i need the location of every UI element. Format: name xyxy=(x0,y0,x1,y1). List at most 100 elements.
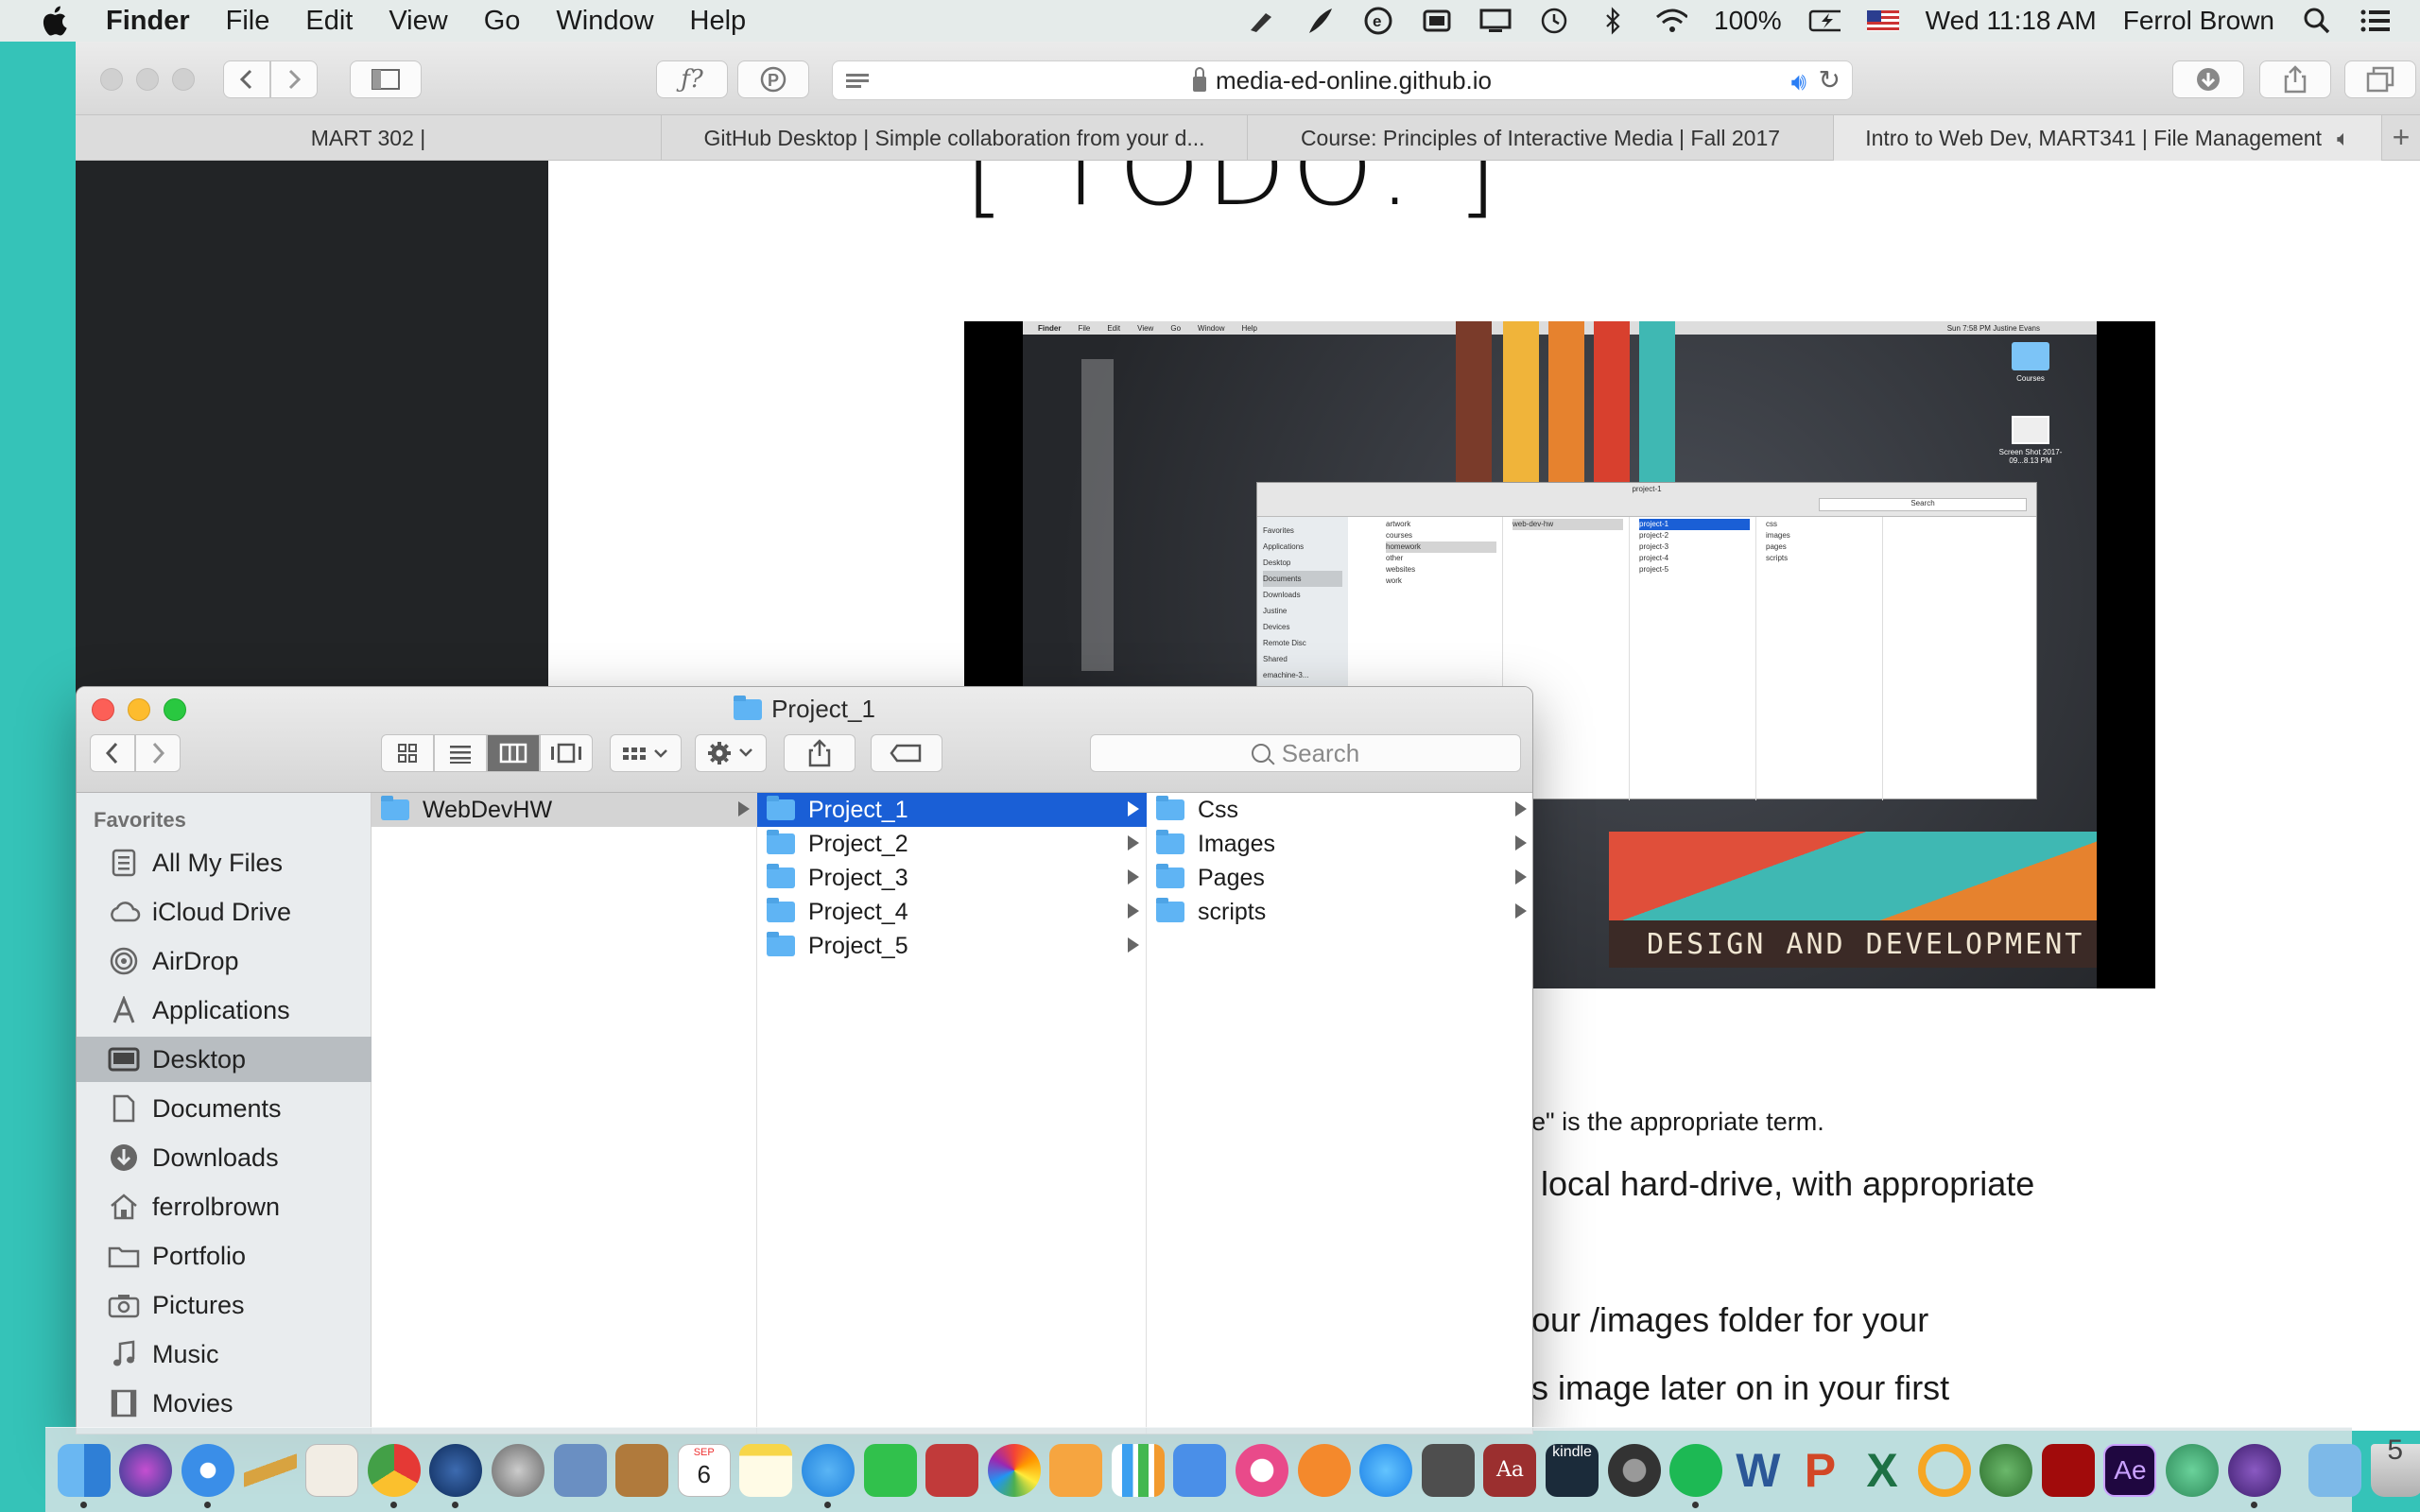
show-tabs-button[interactable] xyxy=(2344,60,2416,98)
sidebar-item-movies[interactable]: Movies xyxy=(77,1381,372,1426)
contacts-dock-icon[interactable] xyxy=(615,1443,669,1497)
menubar-clock[interactable]: Wed 11:18 AM xyxy=(1926,6,2097,36)
close-button[interactable] xyxy=(100,68,123,91)
time-machine-icon[interactable] xyxy=(1538,7,1570,35)
folder-row-pages[interactable]: Pages xyxy=(1147,861,1532,895)
menu-app-name[interactable]: Finder xyxy=(106,6,190,37)
sidebar-item-all-my-files[interactable]: All My Files xyxy=(77,840,372,885)
after-effects-dock-icon[interactable]: Ae xyxy=(2103,1443,2157,1497)
sidebar-toggle-button[interactable] xyxy=(350,60,422,98)
finder-forward-button[interactable] xyxy=(135,734,181,772)
app-store-dock-icon[interactable] xyxy=(1359,1443,1413,1497)
menu-window[interactable]: Window xyxy=(556,6,653,37)
forward-button[interactable] xyxy=(270,60,318,98)
dictionary-dock-icon[interactable]: Aa xyxy=(1483,1443,1537,1497)
folder-row-project-2[interactable]: Project_2 xyxy=(757,827,1147,861)
column-view-button[interactable] xyxy=(487,734,540,772)
address-bar[interactable]: media-ed-online.github.io 🔊︎ ↻ xyxy=(832,60,1853,100)
itunes-dock-icon[interactable] xyxy=(1236,1443,1289,1497)
sidebar-item-applications[interactable]: Applications xyxy=(77,988,372,1033)
applications-folder-dock-icon[interactable] xyxy=(2308,1443,2362,1497)
list-view-button[interactable] xyxy=(434,734,487,772)
ibooks-dock-icon[interactable] xyxy=(1297,1443,1351,1497)
preview-dock-icon[interactable] xyxy=(305,1443,359,1497)
arrange-button[interactable] xyxy=(610,734,682,772)
wifi-icon[interactable] xyxy=(1655,7,1688,35)
sidebar-item-airdrop[interactable]: AirDrop xyxy=(77,938,372,984)
facetime-dock-icon[interactable] xyxy=(863,1443,917,1497)
sidebar-item-desktop[interactable]: Desktop xyxy=(77,1037,372,1082)
sidebar-item-documents[interactable]: Documents xyxy=(77,1086,372,1131)
e-status-icon[interactable]: e xyxy=(1362,7,1394,35)
folder-row-project-3[interactable]: Project_3 xyxy=(757,861,1147,895)
tags-button[interactable] xyxy=(871,734,942,772)
system-preferences-dock-icon[interactable] xyxy=(1607,1443,1661,1497)
notes-dock-icon[interactable] xyxy=(739,1443,793,1497)
pinterest-button[interactable]: P xyxy=(737,60,809,98)
window-status-icon[interactable] xyxy=(1421,7,1453,35)
menubar-user[interactable]: Ferrol Brown xyxy=(2123,6,2274,36)
acrobat-dock-icon[interactable] xyxy=(2041,1443,2095,1497)
cover-flow-button[interactable] xyxy=(540,734,593,772)
network-dock-icon[interactable] xyxy=(1979,1443,2033,1497)
folder-row-project-5[interactable]: Project_5 xyxy=(757,929,1147,963)
powerpoint-dock-icon[interactable]: P xyxy=(1793,1444,1846,1497)
minimize-button[interactable] xyxy=(136,68,159,91)
reader-icon[interactable] xyxy=(842,70,874,93)
menu-go[interactable]: Go xyxy=(484,6,521,37)
function-extension-button[interactable]: ƒ? xyxy=(656,60,728,98)
new-tab-button[interactable]: + xyxy=(2382,115,2420,160)
icon-view-button[interactable] xyxy=(381,734,434,772)
us-flag-input-icon[interactable] xyxy=(1866,10,1899,31)
display-status-icon[interactable] xyxy=(1479,7,1512,35)
zoom-button[interactable] xyxy=(172,68,195,91)
photo-booth-dock-icon[interactable] xyxy=(925,1443,979,1497)
menu-help[interactable]: Help xyxy=(690,6,747,37)
keynote-dock-icon[interactable] xyxy=(1173,1443,1227,1497)
url-text[interactable]: media-ed-online.github.io xyxy=(1216,66,1492,95)
feather-status-icon[interactable] xyxy=(1304,7,1336,35)
sidebar-item-downloads[interactable]: Downloads xyxy=(77,1135,372,1180)
sidebar-item-portfolio[interactable]: Portfolio xyxy=(77,1233,372,1279)
sidebar-item-pictures[interactable]: Pictures xyxy=(77,1282,372,1328)
calendar-dock-icon[interactable]: SEP 6 xyxy=(677,1443,731,1497)
folder-row-project-4[interactable]: Project_4 xyxy=(757,895,1147,929)
apple-menu-icon[interactable] xyxy=(38,5,70,37)
folder-row-scripts[interactable]: scripts xyxy=(1147,895,1532,929)
bluetooth-icon[interactable] xyxy=(1597,7,1629,35)
calculator-dock-icon[interactable] xyxy=(1421,1443,1475,1497)
outlook-dock-icon[interactable] xyxy=(1917,1443,1971,1497)
chrome-dock-icon[interactable] xyxy=(367,1443,421,1508)
notification-center-icon[interactable] xyxy=(2360,7,2392,35)
finder-search-field[interactable]: Search xyxy=(1090,734,1521,772)
github-desktop-dock-icon[interactable] xyxy=(2227,1443,2281,1508)
excel-dock-icon[interactable]: X xyxy=(1856,1444,1909,1497)
spotify-dock-icon[interactable] xyxy=(1669,1443,1723,1508)
xcode-dock-icon[interactable] xyxy=(553,1443,607,1497)
tab-interactive-media[interactable]: Course: Principles of Interactive Media … xyxy=(1248,115,1834,161)
siri-dock-icon[interactable] xyxy=(119,1443,173,1497)
menu-edit[interactable]: Edit xyxy=(305,6,353,37)
folder-row-css[interactable]: Css xyxy=(1147,793,1532,827)
sidebar-item-music[interactable]: Music xyxy=(77,1332,372,1377)
folder-row-images[interactable]: Images xyxy=(1147,827,1532,861)
downloads-button[interactable] xyxy=(2172,60,2244,98)
pen-status-icon[interactable] xyxy=(1245,7,1277,35)
finder-share-button[interactable] xyxy=(784,734,856,772)
pages-dock-icon[interactable] xyxy=(1049,1443,1103,1497)
launchpad-dock-icon[interactable] xyxy=(491,1443,544,1497)
menu-file[interactable]: File xyxy=(226,6,270,37)
atom-dock-icon[interactable] xyxy=(2165,1443,2219,1497)
kindle-dock-icon[interactable]: kindle xyxy=(1546,1443,1599,1497)
battery-charging-icon[interactable] xyxy=(1808,7,1841,35)
tab-github-desktop[interactable]: GitHub Desktop | Simple collaboration fr… xyxy=(662,115,1248,161)
globe-dock-icon[interactable] xyxy=(429,1443,483,1508)
word-dock-icon[interactable]: W xyxy=(1732,1444,1785,1497)
speaker-icon[interactable]: 🔊︎ xyxy=(1791,67,1806,97)
safari-dock-icon[interactable] xyxy=(181,1443,234,1508)
finder-back-button[interactable] xyxy=(90,734,135,772)
tab-audio-icon[interactable]: 🔈︎ xyxy=(2337,126,2350,151)
folder-row-webdevhw[interactable]: WebDevHW xyxy=(372,793,757,827)
share-button[interactable] xyxy=(2259,60,2331,98)
spotlight-search-icon[interactable] xyxy=(2301,7,2333,35)
